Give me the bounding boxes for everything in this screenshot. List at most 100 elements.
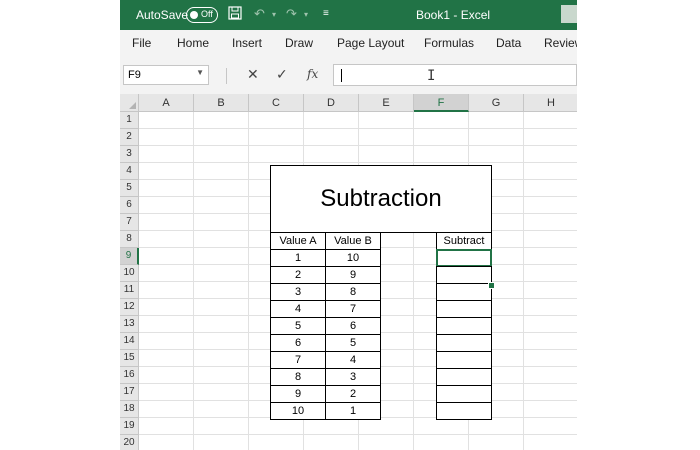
tab-file[interactable]: File <box>132 36 151 50</box>
fill-handle[interactable] <box>488 282 495 289</box>
value-a-cell[interactable]: 6 <box>270 334 326 352</box>
ibeam-cursor-icon: I <box>427 68 436 84</box>
select-all-button[interactable] <box>120 94 139 112</box>
worksheet-grid[interactable]: ABCDEFGH 1 2 3 4 5 6 7 8 9 10 11 12 13 14 15 16 17 18 19 20… <box>120 94 577 450</box>
column-header-e[interactable]: E <box>359 94 414 112</box>
title-cell[interactable]: Subtraction <box>270 165 492 233</box>
redo-dropdown-icon[interactable]: ▾ <box>304 10 308 19</box>
column-header-a[interactable]: A <box>139 94 194 112</box>
excel-window: AutoSave Off ↶ ▾ ↷ ▾ ≡ Book1 - Excel Fil… <box>120 0 577 450</box>
tab-review[interactable]: Review <box>544 36 577 50</box>
value-b-cell[interactable]: 7 <box>325 300 381 318</box>
value-b-header[interactable]: Value B <box>325 232 381 250</box>
value-a-cell[interactable]: 1 <box>270 249 326 267</box>
undo-icon[interactable]: ↶ <box>254 6 265 22</box>
subtract-header[interactable]: Subtract <box>436 232 492 250</box>
column-header-d[interactable]: D <box>304 94 359 112</box>
value-a-cell[interactable]: 3 <box>270 283 326 301</box>
row-header-9[interactable]: 9 <box>120 248 139 265</box>
value-b-cell[interactable]: 2 <box>325 385 381 403</box>
subtract-cell[interactable] <box>436 385 492 403</box>
formula-bar-divider <box>226 68 227 84</box>
active-cell[interactable] <box>436 249 492 267</box>
formula-bar: F9 ▼ ✕ ✓ fx I <box>120 58 577 94</box>
value-b-cell[interactable]: 10 <box>325 249 381 267</box>
row-header-5[interactable]: 5 <box>120 180 139 197</box>
value-a-cell[interactable]: 9 <box>270 385 326 403</box>
value-a-cell[interactable]: 10 <box>270 402 326 420</box>
tab-home[interactable]: Home <box>177 36 209 50</box>
row-header-6[interactable]: 6 <box>120 197 139 214</box>
toggle-knob <box>190 11 198 19</box>
row-header-2[interactable]: 2 <box>120 129 139 146</box>
row-header-7[interactable]: 7 <box>120 214 139 231</box>
autosave-label: AutoSave <box>136 8 189 22</box>
cell-area[interactable]: Subtraction Value A Value B Subtract 1 10… <box>139 112 577 450</box>
name-box[interactable]: F9 ▼ <box>123 65 209 85</box>
value-b-cell[interactable]: 5 <box>325 334 381 352</box>
enter-icon[interactable]: ✓ <box>276 66 288 83</box>
value-b-cell[interactable]: 8 <box>325 283 381 301</box>
value-b-cell[interactable]: 9 <box>325 266 381 284</box>
row-header-19[interactable]: 19 <box>120 418 139 435</box>
name-box-dropdown-icon[interactable]: ▼ <box>196 68 204 77</box>
column-header-b[interactable]: B <box>194 94 249 112</box>
row-header-14[interactable]: 14 <box>120 333 139 350</box>
row-header-20[interactable]: 20 <box>120 435 139 450</box>
customize-toolbar-icon[interactable]: ≡ <box>323 8 329 19</box>
cancel-icon[interactable]: ✕ <box>247 66 259 83</box>
row-header-4[interactable]: 4 <box>120 163 139 180</box>
value-a-cell[interactable]: 7 <box>270 351 326 369</box>
redo-icon[interactable]: ↷ <box>286 6 297 22</box>
value-b-cell[interactable]: 3 <box>325 368 381 386</box>
account-button[interactable] <box>561 5 577 23</box>
row-header-10[interactable]: 10 <box>120 265 139 282</box>
column-header-c[interactable]: C <box>249 94 304 112</box>
title-bar: AutoSave Off ↶ ▾ ↷ ▾ ≡ Book1 - Excel <box>120 0 577 30</box>
value-a-cell[interactable]: 5 <box>270 317 326 335</box>
tab-page-layout[interactable]: Page Layout <box>337 36 404 50</box>
column-header-h[interactable]: H <box>524 94 577 112</box>
row-header-16[interactable]: 16 <box>120 367 139 384</box>
insert-function-icon[interactable]: fx <box>307 67 318 81</box>
subtract-cell[interactable] <box>436 300 492 318</box>
tab-formulas[interactable]: Formulas <box>424 36 474 50</box>
ribbon-tabs: File Home Insert Draw Page Layout Formul… <box>120 30 577 59</box>
row-header-11[interactable]: 11 <box>120 282 139 299</box>
row-header-13[interactable]: 13 <box>120 316 139 333</box>
value-b-cell[interactable]: 1 <box>325 402 381 420</box>
tab-data[interactable]: Data <box>496 36 521 50</box>
subtract-cell[interactable] <box>436 368 492 386</box>
row-header-18[interactable]: 18 <box>120 401 139 418</box>
autosave-toggle[interactable]: Off <box>186 7 218 23</box>
subtract-cell[interactable] <box>436 351 492 369</box>
row-header-12[interactable]: 12 <box>120 299 139 316</box>
value-a-cell[interactable]: 2 <box>270 266 326 284</box>
value-b-cell[interactable]: 6 <box>325 317 381 335</box>
column-header-f[interactable]: F <box>414 94 469 112</box>
row-header-3[interactable]: 3 <box>120 146 139 163</box>
subtract-cell[interactable] <box>436 266 492 284</box>
row-header-8[interactable]: 8 <box>120 231 139 248</box>
row-header-15[interactable]: 15 <box>120 350 139 367</box>
value-a-cell[interactable]: 8 <box>270 368 326 386</box>
undo-dropdown-icon[interactable]: ▾ <box>272 10 276 19</box>
formula-input[interactable]: I <box>333 64 577 86</box>
subtract-cell[interactable] <box>436 334 492 352</box>
subtract-cell[interactable] <box>436 402 492 420</box>
tab-draw[interactable]: Draw <box>285 36 313 50</box>
value-a-cell[interactable]: 4 <box>270 300 326 318</box>
value-b-cell[interactable]: 4 <box>325 351 381 369</box>
subtract-cell[interactable] <box>436 317 492 335</box>
row-header-17[interactable]: 17 <box>120 384 139 401</box>
select-all-triangle-icon <box>129 102 136 109</box>
document-title: Book1 - Excel <box>416 8 491 22</box>
tab-insert[interactable]: Insert <box>232 36 262 50</box>
text-caret <box>341 69 342 82</box>
row-header-1[interactable]: 1 <box>120 112 139 129</box>
name-box-value: F9 <box>128 69 141 81</box>
value-a-header[interactable]: Value A <box>270 232 326 250</box>
subtract-cell[interactable] <box>436 283 492 301</box>
save-icon[interactable] <box>228 6 242 23</box>
column-header-g[interactable]: G <box>469 94 524 112</box>
